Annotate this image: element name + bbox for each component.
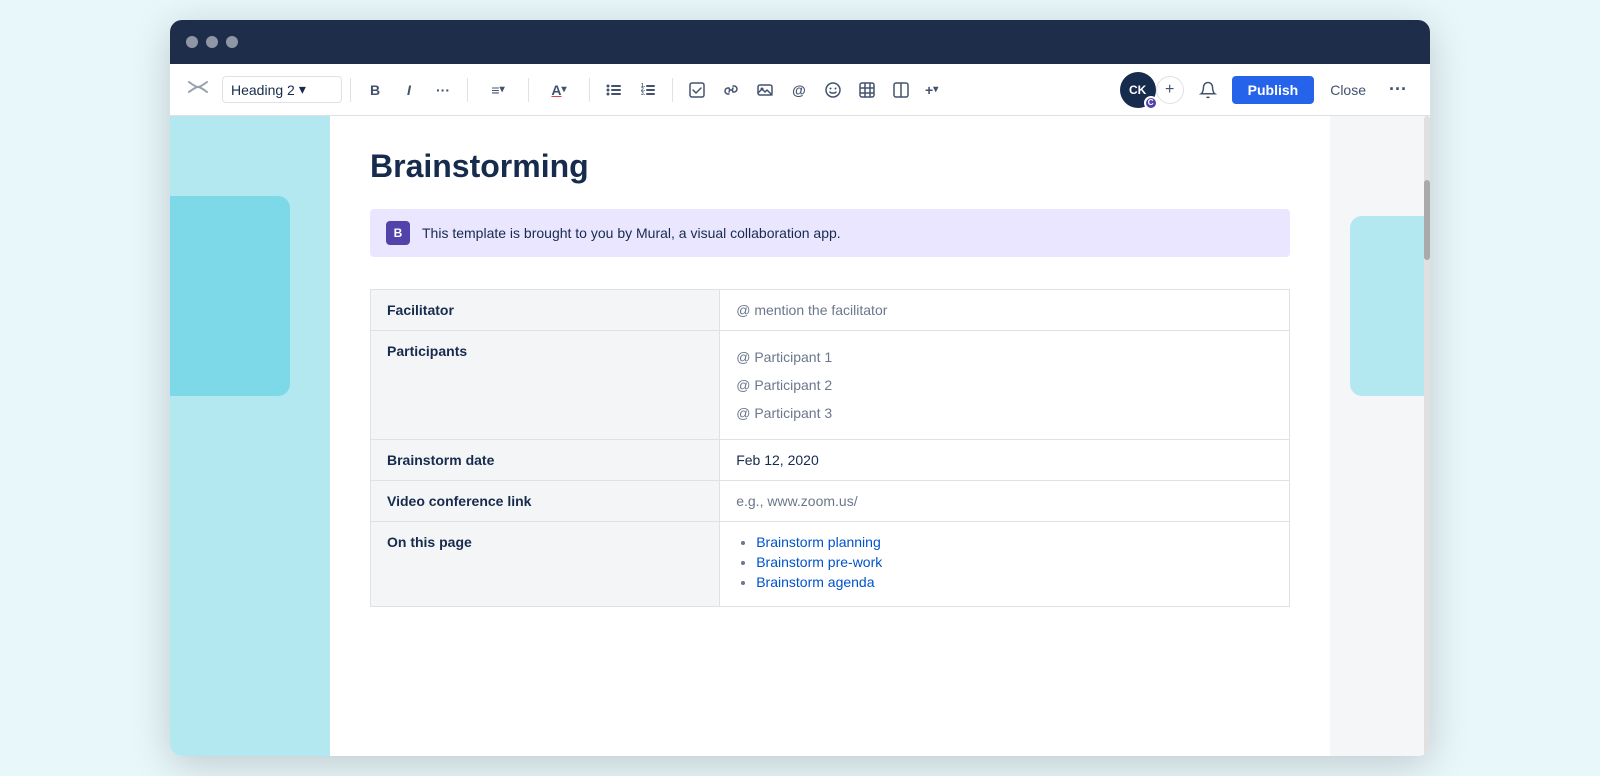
italic-button[interactable]: I xyxy=(393,74,425,106)
facilitator-value[interactable]: @ mention the facilitator xyxy=(720,290,1290,331)
info-table: Facilitator @ mention the facilitator Pa… xyxy=(370,289,1290,607)
facilitator-label: Facilitator xyxy=(371,290,720,331)
toolbar: Heading 2 ▾ B I ··· ≡ ▾ A ▾ xyxy=(170,64,1430,116)
app-window: Heading 2 ▾ B I ··· ≡ ▾ A ▾ xyxy=(170,20,1430,756)
bold-button[interactable]: B xyxy=(359,74,391,106)
template-notice: B This template is brought to you by Mur… xyxy=(370,209,1290,257)
participants-label: Participants xyxy=(371,331,720,440)
divider-5 xyxy=(672,78,673,102)
traffic-light-3 xyxy=(226,36,238,48)
left-decoration xyxy=(170,116,330,756)
on-this-page-value: Brainstorm planning Brainstorm pre-work … xyxy=(720,522,1290,607)
page-title: Brainstorming xyxy=(370,148,1290,185)
table-button[interactable] xyxy=(851,74,883,106)
brainstorm-planning-link[interactable]: Brainstorm planning xyxy=(756,534,881,550)
participant-3: @ Participant 3 xyxy=(736,399,1273,427)
layout-button[interactable] xyxy=(885,74,917,106)
text-color-label: A xyxy=(551,82,561,98)
confluence-logo[interactable] xyxy=(186,75,210,104)
title-bar xyxy=(170,20,1430,64)
participant-1: @ Participant 1 xyxy=(736,343,1273,371)
divider-2 xyxy=(467,78,468,102)
heading-selector-label: Heading 2 xyxy=(231,82,295,98)
text-color-dropdown-icon: ▾ xyxy=(562,84,567,95)
brainstorm-date-value[interactable]: Feb 12, 2020 xyxy=(720,440,1290,481)
bullet-list-button[interactable] xyxy=(598,74,630,106)
brainstorm-date-label: Brainstorm date xyxy=(371,440,720,481)
table-row: Facilitator @ mention the facilitator xyxy=(371,290,1290,331)
more-format-button[interactable]: ··· xyxy=(427,74,459,106)
table-row: Brainstorm date Feb 12, 2020 xyxy=(371,440,1290,481)
right-deco-shape xyxy=(1350,216,1430,396)
traffic-light-2 xyxy=(206,36,218,48)
text-color-button[interactable]: A ▾ xyxy=(537,74,581,106)
scrollbar-thumb[interactable] xyxy=(1424,180,1430,260)
table-row: Participants @ Participant 1 @ Participa… xyxy=(371,331,1290,440)
video-conference-value[interactable]: e.g., www.zoom.us/ xyxy=(720,481,1290,522)
svg-text:3.: 3. xyxy=(641,91,646,97)
template-notice-icon: B xyxy=(386,221,410,245)
content-area: Brainstorming B This template is brought… xyxy=(170,116,1430,756)
toolbar-right: CK C + Publish Close ··· xyxy=(1120,72,1414,108)
add-collaborator-button[interactable]: + xyxy=(1156,76,1184,104)
divider-1 xyxy=(350,78,351,102)
emoji-button[interactable] xyxy=(817,74,849,106)
task-button[interactable] xyxy=(681,74,713,106)
brainstorm-agenda-link[interactable]: Brainstorm agenda xyxy=(756,574,874,590)
table-row: On this page Brainstorm planning Brainst… xyxy=(371,522,1290,607)
brainstorm-prework-link[interactable]: Brainstorm pre-work xyxy=(756,554,882,570)
notification-button[interactable] xyxy=(1192,74,1224,106)
add-icon: + xyxy=(1165,81,1174,99)
on-this-page-label: On this page xyxy=(371,522,720,607)
heading-selector[interactable]: Heading 2 ▾ xyxy=(222,76,342,103)
participants-value[interactable]: @ Participant 1 @ Participant 2 @ Partic… xyxy=(720,331,1290,440)
more-options-button[interactable]: ··· xyxy=(1382,74,1414,106)
right-decoration xyxy=(1330,116,1430,756)
insert-group: @ xyxy=(681,74,944,106)
scrollbar[interactable] xyxy=(1424,116,1430,756)
left-deco-shape xyxy=(170,196,290,396)
avatar[interactable]: CK C xyxy=(1120,72,1156,108)
numbered-list-button[interactable]: 1. 2. 3. xyxy=(632,74,664,106)
avatar-badge: C xyxy=(1144,96,1158,110)
align-icon: ≡ xyxy=(491,82,499,98)
image-button[interactable] xyxy=(749,74,781,106)
heading-dropdown-icon: ▾ xyxy=(299,81,306,98)
editor[interactable]: Brainstorming B This template is brought… xyxy=(330,116,1330,756)
close-button[interactable]: Close xyxy=(1322,76,1374,104)
mention-button[interactable]: @ xyxy=(783,74,815,106)
link-button[interactable] xyxy=(715,74,747,106)
divider-4 xyxy=(589,78,590,102)
align-dropdown-icon: ▾ xyxy=(500,84,505,95)
list-group: 1. 2. 3. xyxy=(598,74,664,106)
divider-3 xyxy=(528,78,529,102)
text-format-group: B I ··· xyxy=(359,74,459,106)
publish-button[interactable]: Publish xyxy=(1232,76,1315,104)
participant-2: @ Participant 2 xyxy=(736,371,1273,399)
table-row: Video conference link e.g., www.zoom.us/ xyxy=(371,481,1290,522)
template-notice-text: This template is brought to you by Mural… xyxy=(422,225,841,241)
avatar-initials: CK xyxy=(1129,83,1146,97)
traffic-light-1 xyxy=(186,36,198,48)
align-button[interactable]: ≡ ▾ xyxy=(476,74,520,106)
insert-more-button[interactable]: +▾ xyxy=(919,74,944,106)
video-conference-label: Video conference link xyxy=(371,481,720,522)
